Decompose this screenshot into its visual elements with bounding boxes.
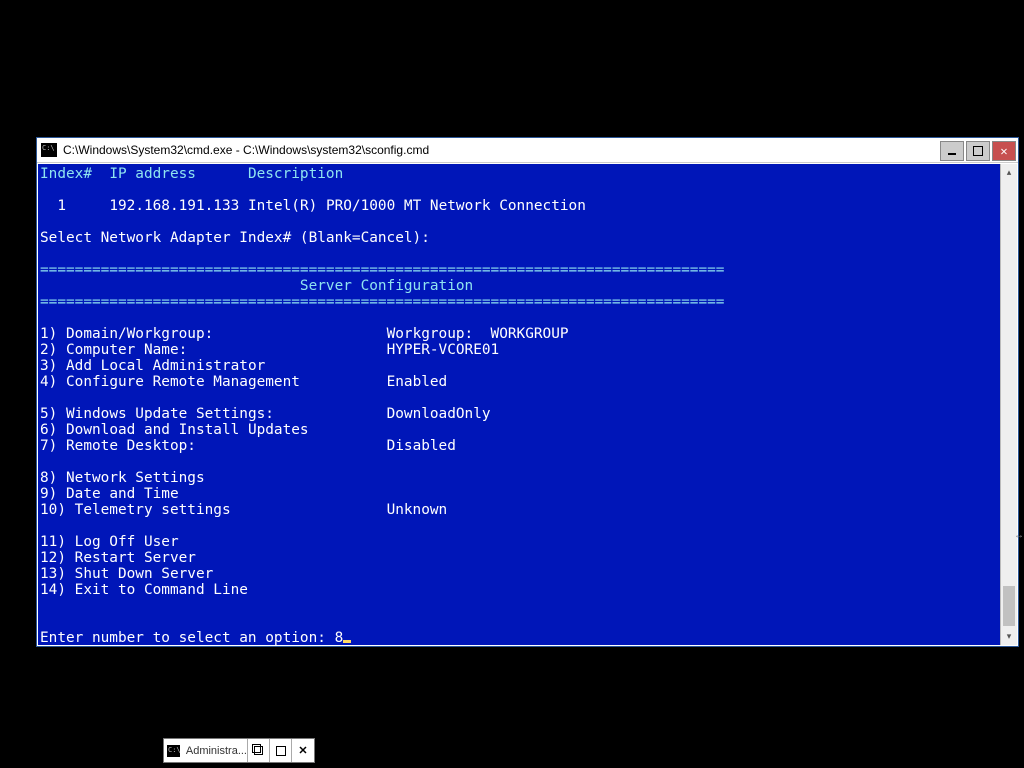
scroll-track[interactable]	[1001, 181, 1017, 628]
cmd-icon	[167, 745, 180, 757]
scroll-thumb[interactable]	[1003, 586, 1015, 626]
close-button[interactable]	[992, 141, 1016, 161]
scroll-down-button[interactable]: ▾	[1001, 628, 1017, 645]
cmd-window: C:\Windows\System32\cmd.exe - C:\Windows…	[36, 137, 1019, 647]
taskbar-item-label: Administra...	[186, 745, 247, 757]
rule-top: ========================================…	[40, 262, 724, 278]
menu-13-label: Shut Down Server	[75, 566, 214, 582]
menu-2-label: Computer Name:	[66, 342, 187, 358]
col-index: Index#	[40, 166, 92, 182]
select-adapter-prompt: Select Network Adapter Index# (Blank=Can…	[40, 230, 430, 246]
menu-14-label: Exit to Command Line	[75, 582, 248, 598]
taskbar-fragment: Administra...	[163, 738, 315, 763]
taskbar-close-button[interactable]	[292, 739, 314, 762]
menu-9-label: Date and Time	[66, 486, 179, 502]
config-title: Server Configuration	[40, 278, 473, 294]
window-title: C:\Windows\System32\cmd.exe - C:\Windows…	[63, 143, 938, 157]
console-text[interactable]: Index# IP address Description 1 192.168.…	[38, 164, 1000, 645]
menu-11-label: Log Off User	[75, 534, 179, 550]
col-desc: Description	[248, 166, 343, 182]
menu-5-label: Windows Update Settings:	[66, 406, 274, 422]
taskbar-maximize-button[interactable]	[270, 739, 292, 762]
menu-8-label: Network Settings	[66, 470, 205, 486]
menu-10-label: Telemetry settings	[75, 502, 231, 518]
menu-5-value: DownloadOnly	[387, 406, 491, 422]
resize-handle-icon[interactable]: ↔	[1014, 530, 1024, 541]
window-controls	[938, 141, 1016, 161]
titlebar[interactable]: C:\Windows\System32\cmd.exe - C:\Windows…	[37, 138, 1018, 163]
menu-2-value: HYPER-VCORE01	[387, 342, 500, 358]
minimize-button[interactable]	[940, 141, 964, 161]
net-desc: Intel(R) PRO/1000 MT Network Connection	[248, 198, 586, 214]
net-ip: 192.168.191.133	[109, 198, 239, 214]
taskbar-restore-button[interactable]	[248, 739, 270, 762]
taskbar-item-cmd[interactable]: Administra...	[164, 739, 248, 762]
maximize-button[interactable]	[966, 141, 990, 161]
menu-10-value: Unknown	[387, 502, 448, 518]
menu-1-value: Workgroup: WORKGROUP	[387, 326, 569, 342]
menu-7-label: Remote Desktop:	[66, 438, 196, 454]
menu-4-label: Configure Remote Management	[66, 374, 300, 390]
menu-7-value: Disabled	[387, 438, 456, 454]
vertical-scrollbar[interactable]: ▴ ▾	[1000, 164, 1017, 645]
menu-12-label: Restart Server	[75, 550, 196, 566]
net-index: 1	[57, 198, 66, 214]
scroll-up-button[interactable]: ▴	[1001, 164, 1017, 181]
cmd-icon	[41, 143, 57, 157]
option-prompt: Enter number to select an option:	[40, 630, 335, 645]
cursor	[343, 640, 351, 643]
menu-4-value: Enabled	[387, 374, 448, 390]
menu-3-label: Add Local Administrator	[66, 358, 265, 374]
console-body: Index# IP address Description 1 192.168.…	[38, 164, 1017, 645]
menu-6-label: Download and Install Updates	[66, 422, 309, 438]
rule-bottom: ========================================…	[40, 294, 724, 310]
menu-1-label: Domain/Workgroup:	[66, 326, 213, 342]
col-ip: IP address	[109, 166, 196, 182]
option-input[interactable]: 8	[335, 630, 344, 645]
